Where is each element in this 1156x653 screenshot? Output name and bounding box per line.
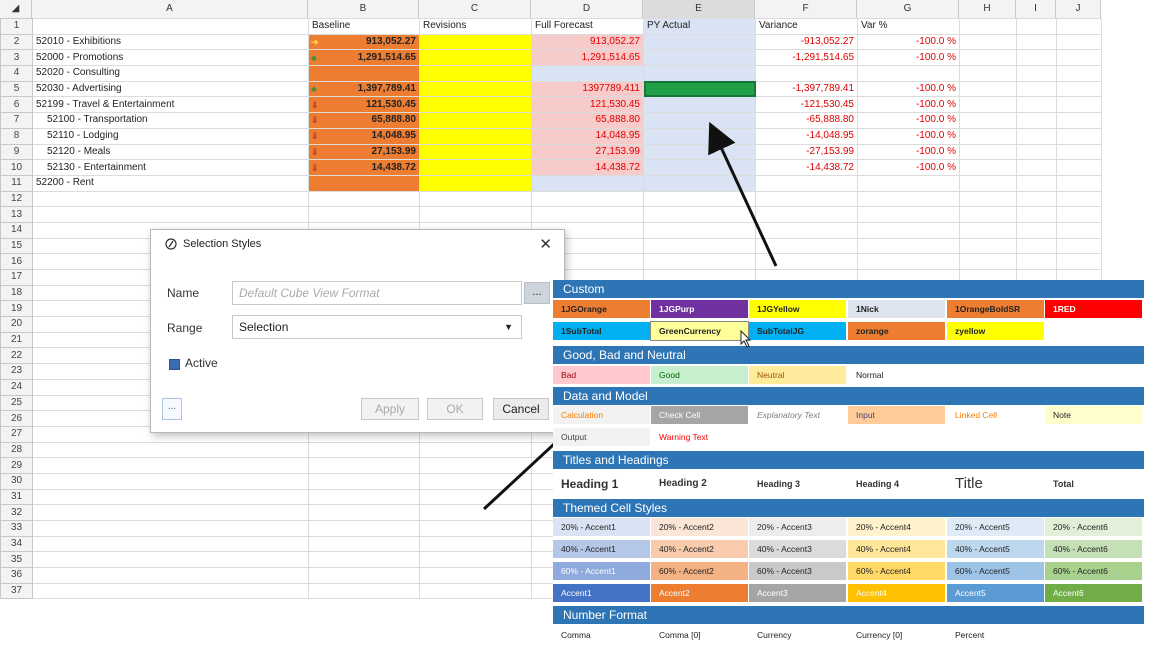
name-input[interactable]: Default Cube View Format — [232, 281, 522, 305]
style-accent40[interactable]: 40% - Accent2 — [651, 540, 748, 558]
style-number-format[interactable]: Comma — [553, 626, 650, 644]
style-number-format[interactable]: Comma [0] — [651, 626, 748, 644]
selection-styles-dialog: Selection Styles ✕ Name Default Cube Vie… — [150, 229, 565, 433]
range-select[interactable]: Selection ▼ — [232, 315, 522, 339]
style-custom[interactable]: 1SubTotal — [553, 322, 650, 340]
cell-styles-gallery: Custom Good, Bad and Neutral Data and Mo… — [553, 280, 1144, 652]
style-custom[interactable]: zyellow — [947, 322, 1044, 340]
style-heading[interactable]: Heading 3 — [749, 471, 846, 497]
style-accent20[interactable]: 20% - Accent1 — [553, 518, 650, 536]
style-data-model[interactable]: Linked Cell — [947, 406, 1044, 424]
active-checkbox[interactable] — [169, 359, 180, 370]
style-accent40[interactable]: 40% - Accent5 — [947, 540, 1044, 558]
style-heading[interactable]: Heading 1 — [553, 471, 650, 497]
range-label: Range — [167, 321, 203, 335]
style-accent[interactable]: Accent2 — [651, 584, 748, 602]
style-data-model[interactable]: Check Cell — [651, 406, 748, 424]
cancel-button[interactable]: Cancel — [493, 398, 549, 420]
section-data-model: Data and Model — [553, 387, 1144, 405]
style-accent[interactable]: Accent3 — [749, 584, 846, 602]
style-heading[interactable]: Title — [947, 471, 1044, 497]
range-select-value: Selection — [239, 320, 289, 334]
mouse-cursor-icon — [740, 330, 752, 348]
style-gbn[interactable]: Good — [651, 366, 748, 384]
style-accent[interactable]: Accent1 — [553, 584, 650, 602]
section-titles-headings: Titles and Headings — [553, 451, 1144, 469]
section-good-bad-neutral: Good, Bad and Neutral — [553, 346, 1144, 364]
style-heading[interactable]: Heading 2 — [651, 471, 748, 497]
style-accent60[interactable]: 60% - Accent1 — [553, 562, 650, 580]
style-custom[interactable]: 1RED — [1045, 300, 1142, 318]
name-browse-button[interactable]: ... — [524, 282, 550, 304]
style-heading[interactable]: Total — [1045, 471, 1142, 497]
style-custom[interactable]: 1JGOrange — [553, 300, 650, 318]
style-accent60[interactable]: 60% - Accent4 — [848, 562, 945, 580]
arrow-to-cell — [708, 121, 778, 267]
style-heading[interactable]: Heading 4 — [848, 471, 945, 497]
style-accent[interactable]: Accent4 — [848, 584, 945, 602]
style-data-model[interactable]: Explanatory Text — [749, 406, 846, 424]
style-gbn[interactable]: Normal — [848, 366, 945, 384]
style-custom[interactable]: GreenCurrency — [650, 321, 749, 341]
style-number-format[interactable]: Currency [0] — [848, 626, 945, 644]
style-number-format[interactable]: Percent — [947, 626, 1044, 644]
style-accent60[interactable]: 60% - Accent5 — [947, 562, 1044, 580]
style-accent40[interactable]: 40% - Accent4 — [848, 540, 945, 558]
style-accent40[interactable]: 40% - Accent3 — [749, 540, 846, 558]
close-icon[interactable]: ✕ — [539, 235, 552, 253]
style-accent40[interactable]: 40% - Accent1 — [553, 540, 650, 558]
ok-button[interactable]: OK — [427, 398, 483, 420]
dialog-title: Selection Styles — [183, 238, 262, 250]
dialog-title-bar: Selection Styles — [165, 238, 261, 250]
style-accent20[interactable]: 20% - Accent2 — [651, 518, 748, 536]
style-accent[interactable]: Accent6 — [1045, 584, 1142, 602]
style-custom[interactable]: SubTotalJG — [749, 322, 846, 340]
more-options-button[interactable]: ... — [162, 398, 182, 420]
section-themed-styles: Themed Cell Styles — [553, 499, 1144, 517]
app-logo-icon — [165, 238, 177, 250]
style-data-model[interactable]: Output — [553, 428, 650, 446]
active-label: Active — [185, 356, 218, 370]
style-accent20[interactable]: 20% - Accent6 — [1045, 518, 1142, 536]
style-custom[interactable]: zorange — [848, 322, 945, 340]
apply-button[interactable]: Apply — [361, 398, 419, 420]
style-accent40[interactable]: 40% - Accent6 — [1045, 540, 1142, 558]
style-number-format[interactable]: Currency — [749, 626, 846, 644]
style-data-model[interactable]: Note — [1045, 406, 1142, 424]
style-gbn[interactable]: Bad — [553, 366, 650, 384]
style-data-model[interactable]: Input — [848, 406, 945, 424]
style-custom[interactable]: 1JGYellow — [749, 300, 846, 318]
style-accent[interactable]: Accent5 — [947, 584, 1044, 602]
chevron-down-icon: ▼ — [504, 322, 513, 332]
style-custom[interactable]: 1OrangeBoldSR — [947, 300, 1044, 318]
style-accent60[interactable]: 60% - Accent2 — [651, 562, 748, 580]
style-accent20[interactable]: 20% - Accent3 — [749, 518, 846, 536]
style-data-model[interactable]: Warning Text — [651, 428, 748, 446]
section-number-format: Number Format — [553, 606, 1144, 624]
style-custom[interactable]: 1Nick — [848, 300, 945, 318]
style-accent60[interactable]: 60% - Accent6 — [1045, 562, 1142, 580]
style-accent20[interactable]: 20% - Accent4 — [848, 518, 945, 536]
style-accent20[interactable]: 20% - Accent5 — [947, 518, 1044, 536]
section-custom: Custom — [553, 280, 1144, 298]
name-label: Name — [167, 286, 200, 300]
style-data-model[interactable]: Calculation — [553, 406, 650, 424]
style-accent60[interactable]: 60% - Accent3 — [749, 562, 846, 580]
style-gbn[interactable]: Neutral — [749, 366, 846, 384]
style-custom[interactable]: 1JGPurp — [651, 300, 748, 318]
